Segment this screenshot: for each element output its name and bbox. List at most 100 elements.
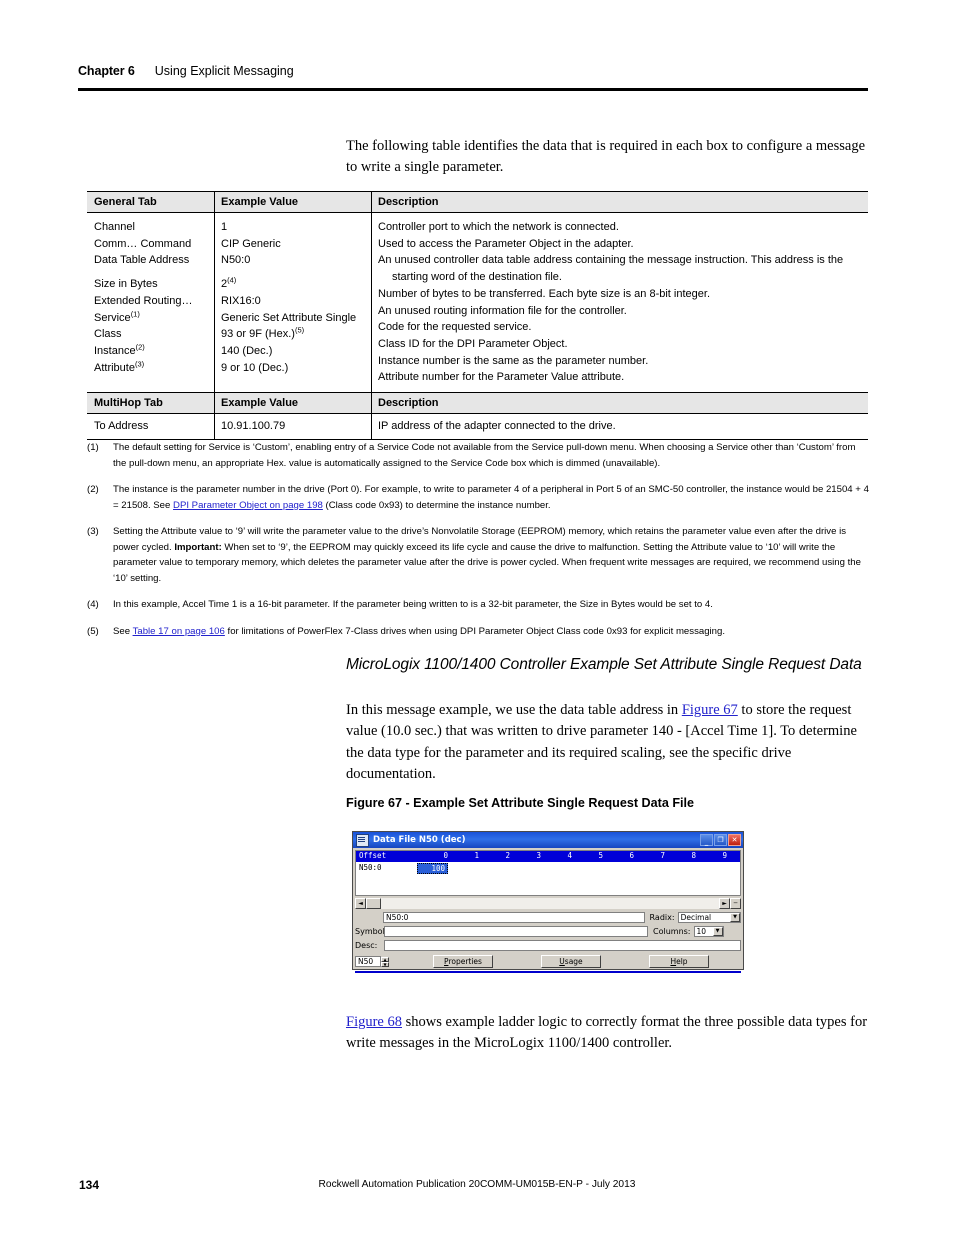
horizontal-scrollbar[interactable]: ◄ ► ─ <box>355 898 741 909</box>
row-desc-extended-routing: An unused routing information file for t… <box>378 304 627 317</box>
stepper-down-icon[interactable]: ▼ <box>381 961 389 967</box>
footnote-5-text-before: See <box>113 625 133 637</box>
file-number-stepper[interactable]: ▲ ▼ <box>381 956 389 967</box>
data-grid-row[interactable]: N50:0 100 <box>356 863 740 874</box>
window-button-bar: N50 ▲ ▼ Properties Usage Help <box>355 955 741 968</box>
row-value-comm-command: CIP Generic <box>221 237 281 250</box>
footnote-marker-2: (2) <box>135 342 145 352</box>
grid-offset-header: Offset <box>359 851 387 860</box>
column-header-multihop-tab: MultiHop Tab <box>87 393 215 414</box>
description-column: Controller port to which the network is … <box>372 213 868 392</box>
window-controls: _ ❐ ✕ <box>700 834 741 846</box>
chapter-label: Chapter 6 <box>78 64 135 78</box>
help-button[interactable]: Help <box>649 955 709 968</box>
header-divider <box>78 88 868 91</box>
symbol-input[interactable] <box>384 926 648 937</box>
desc-label: Desc: <box>355 941 378 950</box>
scroll-left-button[interactable]: ◄ <box>355 898 366 909</box>
section-paragraph: In this message example, we use the data… <box>346 700 868 785</box>
scrollbar-track[interactable] <box>381 898 719 909</box>
properties-button[interactable]: Properties <box>433 955 493 968</box>
footnote-1: (1) The default setting for Service is ‘… <box>87 440 871 471</box>
columns-value: 10 <box>696 927 707 936</box>
file-number-input[interactable]: N50 <box>355 956 381 967</box>
footnote-3-text: Setting the Attribute value to ‘9’ will … <box>113 524 871 586</box>
data-grid-header: Offset 0 1 2 3 4 5 6 7 8 9 <box>356 851 740 862</box>
footnote-5-text: See Table 17 on page 106 for limitations… <box>113 624 871 640</box>
minimize-icon: _ <box>704 838 709 846</box>
help-label: elp <box>676 957 688 966</box>
general-tab-header-row: General Tab Example Value Description <box>87 192 868 213</box>
symbol-label: Symbol: <box>355 927 388 936</box>
field-name-column: Channel Comm… Command Data Table Address… <box>87 213 215 393</box>
data-grid[interactable]: Offset 0 1 2 3 4 5 6 7 8 9 N50:0 100 <box>355 850 741 896</box>
chevron-down-icon[interactable]: ▼ <box>730 913 740 922</box>
maximize-button[interactable]: ❐ <box>714 834 727 846</box>
scroll-right-button[interactable]: ► <box>719 898 730 909</box>
row-value-attribute: 9 or 10 (Dec.) <box>221 361 289 374</box>
figure-68-link[interactable]: Figure 68 <box>346 1014 402 1030</box>
grid-col-header-3: 3 <box>536 851 541 860</box>
radix-select[interactable]: Decimal ▼ <box>677 912 741 923</box>
scrollbar-thumb[interactable] <box>366 898 381 909</box>
row-desc-data-table-address-cont: starting word of the destination file. <box>392 271 562 284</box>
close-button[interactable]: ✕ <box>728 834 741 846</box>
grid-col-header-9: 9 <box>722 851 727 860</box>
properties-label: roperties <box>448 957 482 966</box>
row-field-size-in-bytes: Size in Bytes <box>94 278 158 291</box>
minimize-button[interactable]: _ <box>700 834 713 846</box>
footnote-4: (4) In this example, Accel Time 1 is a 1… <box>87 597 871 613</box>
column-header-general-tab: General Tab <box>87 192 215 212</box>
window-title-bar[interactable]: Data File N50 (dec) _ ❐ ✕ <box>353 832 743 848</box>
footnote-2: (2) The instance is the parameter number… <box>87 482 871 513</box>
footnote-4-text: In this example, Accel Time 1 is a 16-bi… <box>113 599 713 611</box>
row-field-attribute: Attribute <box>94 361 135 374</box>
radix-value: Decimal <box>680 913 712 922</box>
footnote-3-important-label: Important: <box>174 541 222 553</box>
grid-col-header-0: 0 <box>443 851 448 860</box>
row-value-instance: 140 (Dec.) <box>221 345 273 358</box>
row-value-to-address: 10.91.100.79 <box>221 420 286 433</box>
grid-col-header-2: 2 <box>505 851 510 860</box>
intro-paragraph: The following table identifies the data … <box>346 138 866 176</box>
row-field-instance: Instance <box>94 345 136 358</box>
row-field-comm-command: Comm… Command <box>94 237 192 250</box>
row-field-service: Service <box>94 311 131 324</box>
column-header-multihop-description: Description <box>378 397 439 410</box>
radix-label: Radix: <box>649 913 675 922</box>
desc-row: Desc: <box>355 940 741 951</box>
scroll-resize-button[interactable]: ─ <box>730 898 741 909</box>
footnote-marker-4: (4) <box>227 275 237 285</box>
grid-row-label: N50:0 <box>359 863 382 872</box>
usage-button[interactable]: Usage <box>541 955 601 968</box>
column-header-multihop-example-value: Example Value <box>215 393 372 414</box>
example-value-column: 1 CIP Generic N50:0 2(4) RIX16:0 Generic… <box>215 213 372 393</box>
figure-67-link[interactable]: Figure 67 <box>682 702 738 718</box>
row-desc-service: Code for the requested service. <box>378 321 532 334</box>
columns-chevron-down-icon[interactable]: ▼ <box>712 927 723 936</box>
grid-col-header-5: 5 <box>598 851 603 860</box>
footnote-2-link[interactable]: DPI Parameter Object on page 198 <box>173 500 323 511</box>
window-bottom-accent <box>355 971 741 973</box>
row-field-channel: Channel <box>94 221 135 233</box>
columns-select[interactable]: 10 ▼ <box>693 926 724 937</box>
row-desc-comm-command: Used to access the Parameter Object in t… <box>378 237 634 250</box>
desc-input[interactable] <box>384 940 741 951</box>
multihop-field-column: To Address <box>87 414 215 439</box>
footnote-marker-5: (5) <box>294 325 305 335</box>
grid-cell-selected[interactable]: 100 <box>417 863 448 874</box>
multihop-tab-header-row: MultiHop Tab Example Value Description <box>87 393 868 415</box>
row-desc-channel: Controller port to which the network is … <box>378 221 619 233</box>
footnote-marker-3: (3) <box>134 359 145 369</box>
row-desc-class: Class ID for the DPI Parameter Object. <box>378 338 568 351</box>
footnote-3-text-after: When set to ‘9’, the EEPROM may quickly … <box>113 541 861 584</box>
footnote-1-text: The default setting for Service is ‘Cust… <box>113 442 856 469</box>
section-heading: MicroLogix 1100/1400 Controller Example … <box>346 656 862 673</box>
closing-paragraph-text: shows example ladder logic to correctly … <box>346 1014 868 1052</box>
footnote-5-link[interactable]: Table 17 on page 106 <box>133 626 225 637</box>
row-value-channel: 1 <box>221 221 228 233</box>
row-field-class: Class <box>94 328 122 341</box>
address-input[interactable]: N50:0 <box>383 912 645 923</box>
row-value-class: 93 or 9F (Hex.) <box>221 328 295 341</box>
row-field-data-table-address: Data Table Address <box>94 254 190 267</box>
